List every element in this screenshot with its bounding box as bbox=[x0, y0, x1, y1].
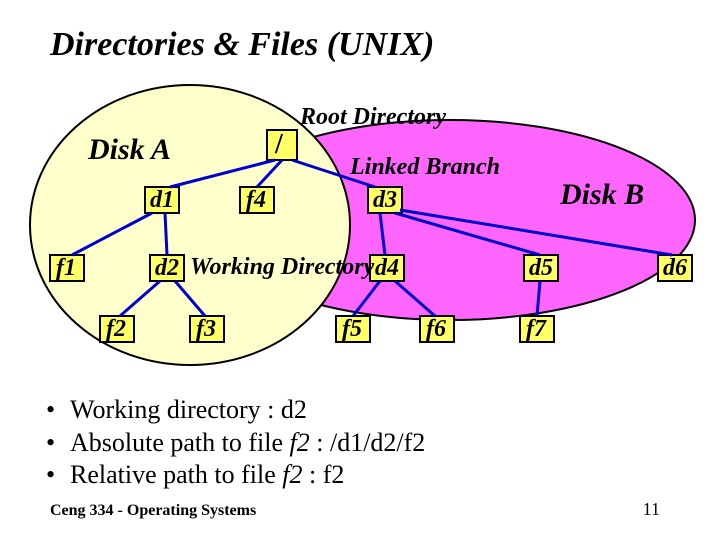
node-d2-text: d2 bbox=[155, 256, 179, 280]
bullet-2: •Absolute path to file f2 : /d1/d2/f2 bbox=[46, 427, 425, 460]
bullet-1-value: d2 bbox=[281, 395, 307, 424]
node-d1-text: d1 bbox=[150, 188, 174, 212]
bullet-1-text-a: Working directory : bbox=[70, 395, 281, 424]
node-d4-text: d4 bbox=[375, 256, 399, 280]
bullet-1: •Working directory : d2 bbox=[46, 394, 425, 427]
node-f1-text: f1 bbox=[56, 256, 76, 280]
node-d3-text: d3 bbox=[373, 188, 397, 212]
node-f6-text: f6 bbox=[426, 317, 446, 341]
bullet-3-file: f2 bbox=[282, 460, 302, 489]
disk-b-label: Disk B bbox=[560, 180, 644, 210]
root-directory-label: Root Directory bbox=[300, 105, 446, 129]
bullet-list: •Working directory : d2 •Absolute path t… bbox=[46, 394, 425, 492]
node-root-text: / bbox=[275, 131, 283, 159]
disk-a-label: Disk A bbox=[88, 135, 171, 165]
linked-branch-label: Linked Branch bbox=[350, 155, 500, 179]
node-f2-text: f2 bbox=[106, 317, 126, 341]
node-d6-text: d6 bbox=[663, 256, 687, 280]
bullet-3-text-b: : f2 bbox=[303, 460, 345, 489]
bullet-3: •Relative path to file f2 : f2 bbox=[46, 459, 425, 492]
node-f5-text: f5 bbox=[342, 317, 362, 341]
slide-title: Directories & Files (UNIX) bbox=[50, 26, 434, 64]
bullet-2-text-a: Absolute path to file bbox=[70, 428, 290, 457]
node-f3-text: f3 bbox=[196, 317, 216, 341]
node-f4-text: f4 bbox=[246, 188, 266, 212]
working-directory-label: Working Directory bbox=[190, 255, 374, 279]
node-f7-text: f7 bbox=[526, 317, 546, 341]
node-d5-text: d5 bbox=[529, 256, 553, 280]
footer-page-number: 11 bbox=[643, 499, 660, 520]
bullet-2-text-b: : /d1/d2/f2 bbox=[310, 428, 426, 457]
bullet-2-file: f2 bbox=[290, 428, 310, 457]
bullet-3-text-a: Relative path to file bbox=[70, 460, 282, 489]
footer-left: Ceng 334 - Operating Systems bbox=[50, 502, 256, 520]
